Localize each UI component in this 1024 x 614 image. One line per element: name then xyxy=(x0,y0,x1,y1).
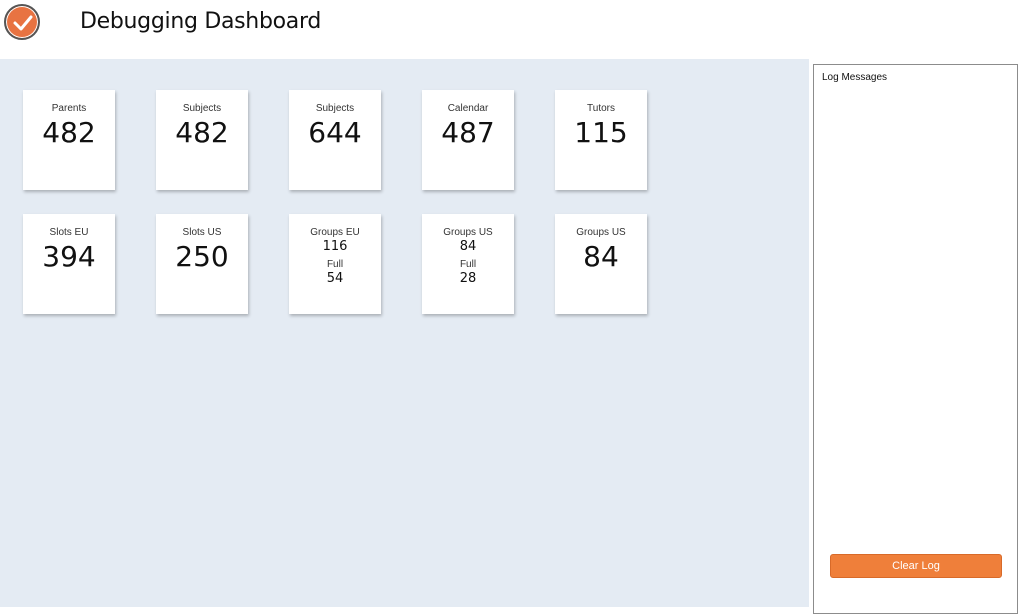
log-panel: Log Messages Clear Log xyxy=(813,64,1018,614)
stat-card-subjects: Subjects 482 xyxy=(156,90,248,190)
log-title: Log Messages xyxy=(822,72,888,83)
card-label: Calendar xyxy=(447,103,489,114)
card-value: 115 xyxy=(574,116,628,149)
card-value: 394 xyxy=(42,240,96,273)
card-value: 250 xyxy=(175,240,229,273)
header: Debugging Dashboard xyxy=(0,0,1024,59)
card-value: 644 xyxy=(308,116,362,149)
card-sub-label: Full xyxy=(459,259,477,270)
card-label: Groups US xyxy=(576,227,626,238)
stat-card-parents: Parents 482 xyxy=(23,90,115,190)
stat-card-subjects-2: Subjects 644 xyxy=(289,90,381,190)
stat-card-slots-eu: Slots EU 394 xyxy=(23,214,115,314)
stat-card-tutors: Tutors 115 xyxy=(555,90,647,190)
stat-card-slots-us: Slots US 250 xyxy=(156,214,248,314)
card-value: 482 xyxy=(42,116,96,149)
dashboard-area: Parents 482 Subjects 482 Subjects 644 Ca… xyxy=(0,59,809,607)
card-value: 487 xyxy=(441,116,495,149)
stat-card-groups-eu: Groups EU 116 Full 54 xyxy=(289,214,381,314)
check-circle-icon xyxy=(4,4,40,40)
card-label: Parents xyxy=(51,103,87,114)
card-label: Groups EU xyxy=(310,227,360,238)
card-sub-value: 54 xyxy=(326,271,344,286)
card-label: Slots EU xyxy=(49,227,89,238)
page-title: Debugging Dashboard xyxy=(80,9,321,34)
stat-card-calendar: Calendar 487 xyxy=(422,90,514,190)
card-label: Groups US xyxy=(443,227,493,238)
card-sub-label: Full xyxy=(326,259,344,270)
card-sub-value: 28 xyxy=(459,271,477,286)
card-value: 116 xyxy=(322,239,348,254)
clear-log-button[interactable]: Clear Log xyxy=(830,554,1002,578)
card-label: Tutors xyxy=(587,103,615,114)
card-value: 84 xyxy=(459,239,477,254)
stat-card-groups-us-2: Groups US 84 xyxy=(555,214,647,314)
card-label: Subjects xyxy=(182,103,222,114)
card-value: 482 xyxy=(175,116,229,149)
stat-card-groups-us: Groups US 84 Full 28 xyxy=(422,214,514,314)
card-label: Slots US xyxy=(182,227,222,238)
card-label: Subjects xyxy=(315,103,355,114)
card-value: 84 xyxy=(583,240,619,273)
